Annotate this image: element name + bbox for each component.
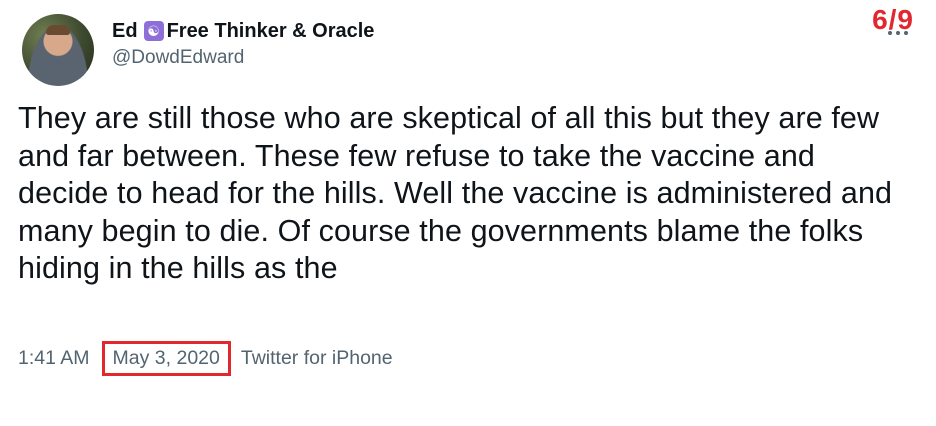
tweet-card: Ed ☯ Free Thinker & Oracle @DowdEdward 6… (0, 0, 936, 426)
display-name-suffix: Free Thinker & Oracle (166, 19, 375, 42)
display-name: Ed (112, 19, 138, 42)
avatar-hair (46, 25, 70, 35)
avatar[interactable] (22, 14, 94, 86)
more-dot (888, 31, 892, 35)
user-handle[interactable]: @DowdEdward (112, 47, 244, 69)
tweet-time[interactable]: 1:41 AM (18, 347, 90, 370)
yin-yang-icon: ☯ (143, 21, 164, 41)
author-name[interactable]: Ed ☯ Free Thinker & Oracle (112, 18, 374, 44)
tweet-text: They are still those who are skeptical o… (18, 101, 893, 285)
tweet-date[interactable]: May 3, 2020 (101, 340, 231, 376)
more-horizontal-icon[interactable] (888, 30, 908, 36)
more-dot (904, 31, 908, 35)
more-dot (896, 31, 900, 35)
tweet-meta: 1:41 AM May 3, 2020 Twitter for iPhone (18, 340, 393, 376)
tweet-source[interactable]: Twitter for iPhone (241, 347, 393, 370)
